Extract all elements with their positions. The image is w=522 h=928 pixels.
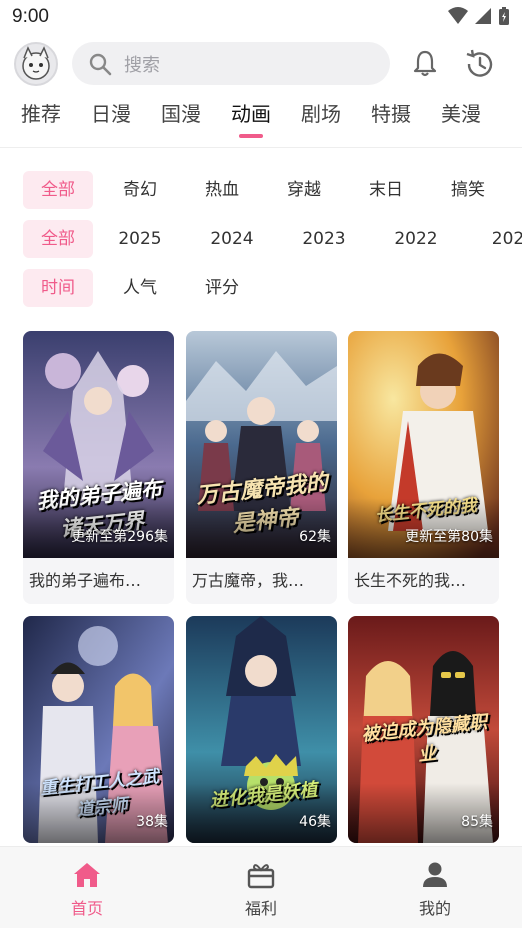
card-title: 长生不死的我… [354,571,467,590]
signal-icon [475,8,491,24]
notification-button[interactable] [410,48,440,82]
bell-icon [413,50,437,77]
card-cover: 进化我是妖植 46集 [186,616,337,843]
sort-chip[interactable]: 评分 [187,269,257,307]
battery-icon [499,7,509,25]
episode-badge: 85集 [461,814,493,830]
card-cover: 重生打工人之武道宗师 38集 [23,616,174,843]
year-chip[interactable]: 2024 [197,220,267,258]
sort-filter: 时间 人气 评分 [23,269,269,307]
anime-card[interactable]: 万古魔帝我的是神帝 62集 万古魔帝，我… [186,331,337,604]
nav-profile[interactable]: 我的 [348,847,522,928]
home-icon [74,863,100,887]
anime-card[interactable]: 进化我是妖植 46集 [186,616,337,843]
genre-chip[interactable]: 热血 [187,171,257,209]
status-time: 9:00 [12,6,49,27]
nav-welfare[interactable]: 福利 [174,847,348,928]
anime-card[interactable]: 被迫成为隐藏职业 85集 [348,616,499,843]
genre-chip[interactable]: 全部 [23,171,93,209]
tabs-divider [0,147,522,148]
year-chip[interactable]: 全部 [23,220,93,258]
year-chip[interactable]: 2022 [381,220,451,258]
card-cover: 被迫成为隐藏职业 85集 [348,616,499,843]
nav-home[interactable]: 首页 [0,847,174,928]
genre-chip[interactable]: 穿越 [269,171,339,209]
year-filter: 全部 2025 2024 2023 2022 202 [23,220,522,258]
year-chip[interactable]: 2025 [105,220,175,258]
episode-badge: 更新至第80集 [405,529,493,545]
search-input[interactable]: 搜索 [72,42,390,85]
anime-card[interactable]: 我的弟子遍布诸天万界 更新至第296集 我的弟子遍布… [23,331,174,604]
tab-japanese-comics[interactable]: 日漫 [81,98,141,144]
tab-recommend[interactable]: 推荐 [0,98,71,144]
search-placeholder: 搜索 [124,54,160,76]
episode-badge: 46集 [299,814,331,830]
genre-chip[interactable]: 末日 [351,171,421,209]
avatar-image [22,46,50,80]
card-title: 我的弟子遍布… [29,571,142,590]
nav-label: 福利 [244,899,277,918]
tab-american-comics[interactable]: 美漫 [431,98,491,144]
tab-theater[interactable]: 剧场 [291,98,351,144]
history-icon [466,49,493,77]
profile-icon [423,862,447,887]
genre-chip[interactable]: 奇幻 [105,171,175,209]
sort-chip[interactable]: 时间 [23,269,93,307]
card-cover: 我的弟子遍布诸天万界 更新至第296集 [23,331,174,558]
status-bar: 9:00 [0,0,522,34]
year-chip[interactable]: 2023 [289,220,359,258]
anime-card[interactable]: 长生不死的我 更新至第80集 长生不死的我… [348,331,499,604]
year-chip[interactable]: 202 [473,220,522,258]
episode-badge: 62集 [299,529,331,545]
card-cover: 万古魔帝我的是神帝 62集 [186,331,337,558]
nav-label: 我的 [418,899,451,918]
sort-chip[interactable]: 人气 [105,269,175,307]
tab-chinese-comics[interactable]: 国漫 [151,98,211,144]
wifi-icon [448,7,468,24]
system-icons [448,6,510,26]
history-button[interactable] [464,48,496,84]
tab-animation[interactable]: 动画 [221,98,281,144]
anime-card[interactable]: 重生打工人之武道宗师 38集 [23,616,174,843]
genre-filter: 全部 奇幻 热血 穿越 末日 搞笑 [23,171,515,209]
episode-badge: 更新至第296集 [71,529,168,545]
gift-icon [247,864,275,889]
genre-chip[interactable]: 搞笑 [433,171,503,209]
bottom-nav: 首页 福利 我的 [0,846,522,928]
card-title: 万古魔帝，我… [192,571,305,590]
avatar[interactable] [14,42,58,86]
tab-tokusatsu[interactable]: 特摄 [361,98,421,144]
card-cover: 长生不死的我 更新至第80集 [348,331,499,558]
nav-label: 首页 [70,899,103,918]
episode-badge: 38集 [136,814,168,830]
category-tabs: 推荐 日漫 国漫 动画 剧场 特摄 美漫 [0,98,522,144]
top-bar: 搜索 [0,40,522,90]
search-icon [89,53,112,75]
